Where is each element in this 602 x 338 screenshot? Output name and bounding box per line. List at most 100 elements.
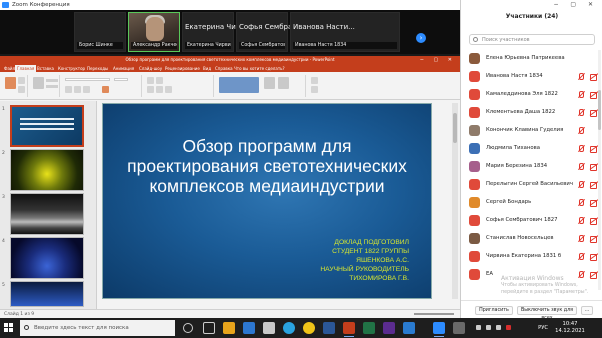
participant-row[interactable]: Чирвина Екатерина 1831 б [461, 248, 602, 266]
mic-muted-icon [577, 73, 584, 81]
numbering-button[interactable] [156, 77, 163, 84]
participant-row[interactable]: Станислав Новосельцев [461, 230, 602, 248]
bold-button[interactable] [65, 86, 72, 93]
volume-icon[interactable] [496, 325, 501, 330]
video-tile[interactable]: Екатерина Чир... Екатерина Чирвина [182, 12, 247, 52]
edge-icon[interactable] [283, 322, 295, 334]
paste-button[interactable] [5, 77, 16, 89]
video-tile[interactable]: Софья Сембрат... Софья Сембратович [236, 12, 303, 52]
participant-row[interactable]: Елена Юрьевна Патрикеева [461, 50, 602, 68]
tab-transitions[interactable]: Переходы [85, 65, 110, 72]
clock[interactable]: 10:47 14.12.2021 [550, 321, 590, 335]
arrange-button[interactable] [264, 77, 275, 89]
tab-slideshow[interactable]: Слайд-шоу [137, 65, 164, 72]
excel-icon[interactable] [363, 322, 375, 334]
align-center-button[interactable] [156, 86, 163, 93]
invite-button[interactable]: Пригласить [475, 306, 513, 315]
video-tile-active-speaker[interactable]: Александр Ракчеев [128, 12, 180, 52]
participant-row[interactable]: Сергей Бондарь [461, 194, 602, 212]
language-indicator[interactable]: РУС [538, 325, 548, 331]
powerpoint-icon[interactable] [343, 322, 355, 337]
participant-row[interactable]: Перелыгин Сергей Васильевич [461, 176, 602, 194]
video-tile[interactable]: Борис Шинке [74, 12, 126, 52]
participant-row[interactable]: Мария Березина 1834 [461, 158, 602, 176]
tab-home[interactable]: Главная [15, 65, 37, 72]
participant-row[interactable]: Конончик Клавина Гуделия [461, 122, 602, 140]
app-icon[interactable] [453, 322, 465, 334]
file-explorer-icon[interactable] [223, 322, 235, 334]
reset-button[interactable] [46, 85, 58, 88]
font-family-select[interactable] [65, 78, 110, 81]
cut-button[interactable] [18, 77, 25, 84]
slide-subtitle[interactable]: ДОКЛАД ПОДГОТОВИЛ СТУДЕНТ 1822 ГРУППЫ ЯШ… [320, 238, 409, 283]
avatar [469, 233, 480, 244]
camera-off-icon [590, 236, 598, 243]
participants-title: Участники (24) [505, 13, 559, 20]
current-slide[interactable]: Обзор программ для проектирования светот… [102, 103, 432, 299]
zoom-slider[interactable] [414, 313, 454, 315]
bullets-button[interactable] [147, 77, 154, 84]
participant-row[interactable]: Иванова Настя 1834 [461, 68, 602, 86]
underline-button[interactable] [83, 86, 90, 93]
slide-thumbnails-pane: 1 2 3 4 5 [0, 101, 97, 309]
layout-button[interactable] [46, 79, 58, 82]
chevron-up-icon[interactable] [476, 325, 481, 330]
participant-name: Конончик Клавина Гуделия [486, 127, 564, 133]
slide-thumbnail[interactable] [10, 149, 84, 191]
mail-icon[interactable] [263, 322, 275, 334]
tab-animations[interactable]: Анимация [111, 65, 136, 72]
word-icon[interactable] [323, 322, 335, 334]
tab-review[interactable]: Рецензирование [163, 65, 202, 72]
mute-all-button[interactable]: Выключить звук для всех [517, 306, 577, 321]
participants-footer: Пригласить Выключить звук для всех ... [461, 300, 602, 321]
task-view-icon[interactable] [203, 322, 215, 334]
gallery-next-button[interactable]: › [416, 33, 426, 43]
new-slide-button[interactable] [33, 77, 44, 89]
chrome-icon[interactable] [303, 322, 315, 334]
align-right-button[interactable] [165, 86, 172, 93]
align-left-button[interactable] [147, 86, 154, 93]
replace-button[interactable] [311, 86, 318, 93]
slide-thumbnail[interactable] [10, 281, 84, 307]
scrollbar-thumb[interactable] [598, 90, 601, 130]
tell-me-search[interactable]: Что вы хотите сделать? [232, 65, 287, 72]
font-color-button[interactable] [102, 86, 109, 93]
more-options-button[interactable]: ... [581, 306, 593, 315]
video-tile-name: Иванова Настя 1834 [293, 42, 397, 49]
slide-thumbnail[interactable] [10, 193, 84, 235]
participant-row[interactable]: Клементьева Даша 1822 [461, 104, 602, 122]
windows-start-icon[interactable] [4, 323, 14, 333]
flag-icon[interactable] [506, 325, 511, 330]
tab-insert[interactable]: Вставка [35, 65, 56, 72]
slide-thumbnail[interactable] [10, 105, 84, 147]
quick-styles-button[interactable] [278, 77, 289, 89]
cortana-icon[interactable] [183, 323, 193, 333]
app-icon[interactable] [403, 322, 415, 334]
zoom-icon[interactable] [433, 322, 445, 337]
participant-search-input[interactable]: Поиск участников [469, 34, 595, 45]
italic-button[interactable] [74, 86, 81, 93]
slide-scrollbar[interactable] [452, 103, 458, 299]
thumb-text-line [20, 118, 74, 120]
tab-design[interactable]: Конструктор [56, 65, 87, 72]
store-icon[interactable] [243, 322, 255, 334]
slide-thumbnail[interactable] [10, 237, 84, 279]
panel-window-controls[interactable]: − ▢ ✕ [553, 1, 598, 8]
taskbar-search-input[interactable]: Введите здесь текст для поиска [20, 320, 175, 336]
window-controls[interactable]: − ▢ ✕ [420, 56, 456, 64]
slide-title[interactable]: Обзор программ для проектирования светот… [123, 136, 411, 196]
find-button[interactable] [311, 77, 318, 84]
app-icon[interactable] [383, 322, 395, 334]
video-tile[interactable]: Иванова Насти... Иванова Настя 1834 [290, 12, 400, 52]
scrollbar-thumb[interactable] [453, 113, 457, 143]
participant-row[interactable]: Камаледдинова Эля 1822 [461, 86, 602, 104]
participant-list-scrollbar[interactable] [598, 50, 601, 290]
participant-row[interactable]: Людмила Тиханова [461, 140, 602, 158]
participant-row[interactable]: Софья Сембратович 1827 [461, 212, 602, 230]
tab-view[interactable]: Вид [201, 65, 213, 72]
network-icon[interactable] [486, 325, 491, 330]
font-size-select[interactable] [114, 78, 128, 81]
shapes-gallery[interactable] [219, 77, 259, 93]
copy-button[interactable] [18, 86, 25, 93]
video-gallery-strip: Борис Шинке Александр Ракчеев Екатерина … [0, 10, 460, 54]
